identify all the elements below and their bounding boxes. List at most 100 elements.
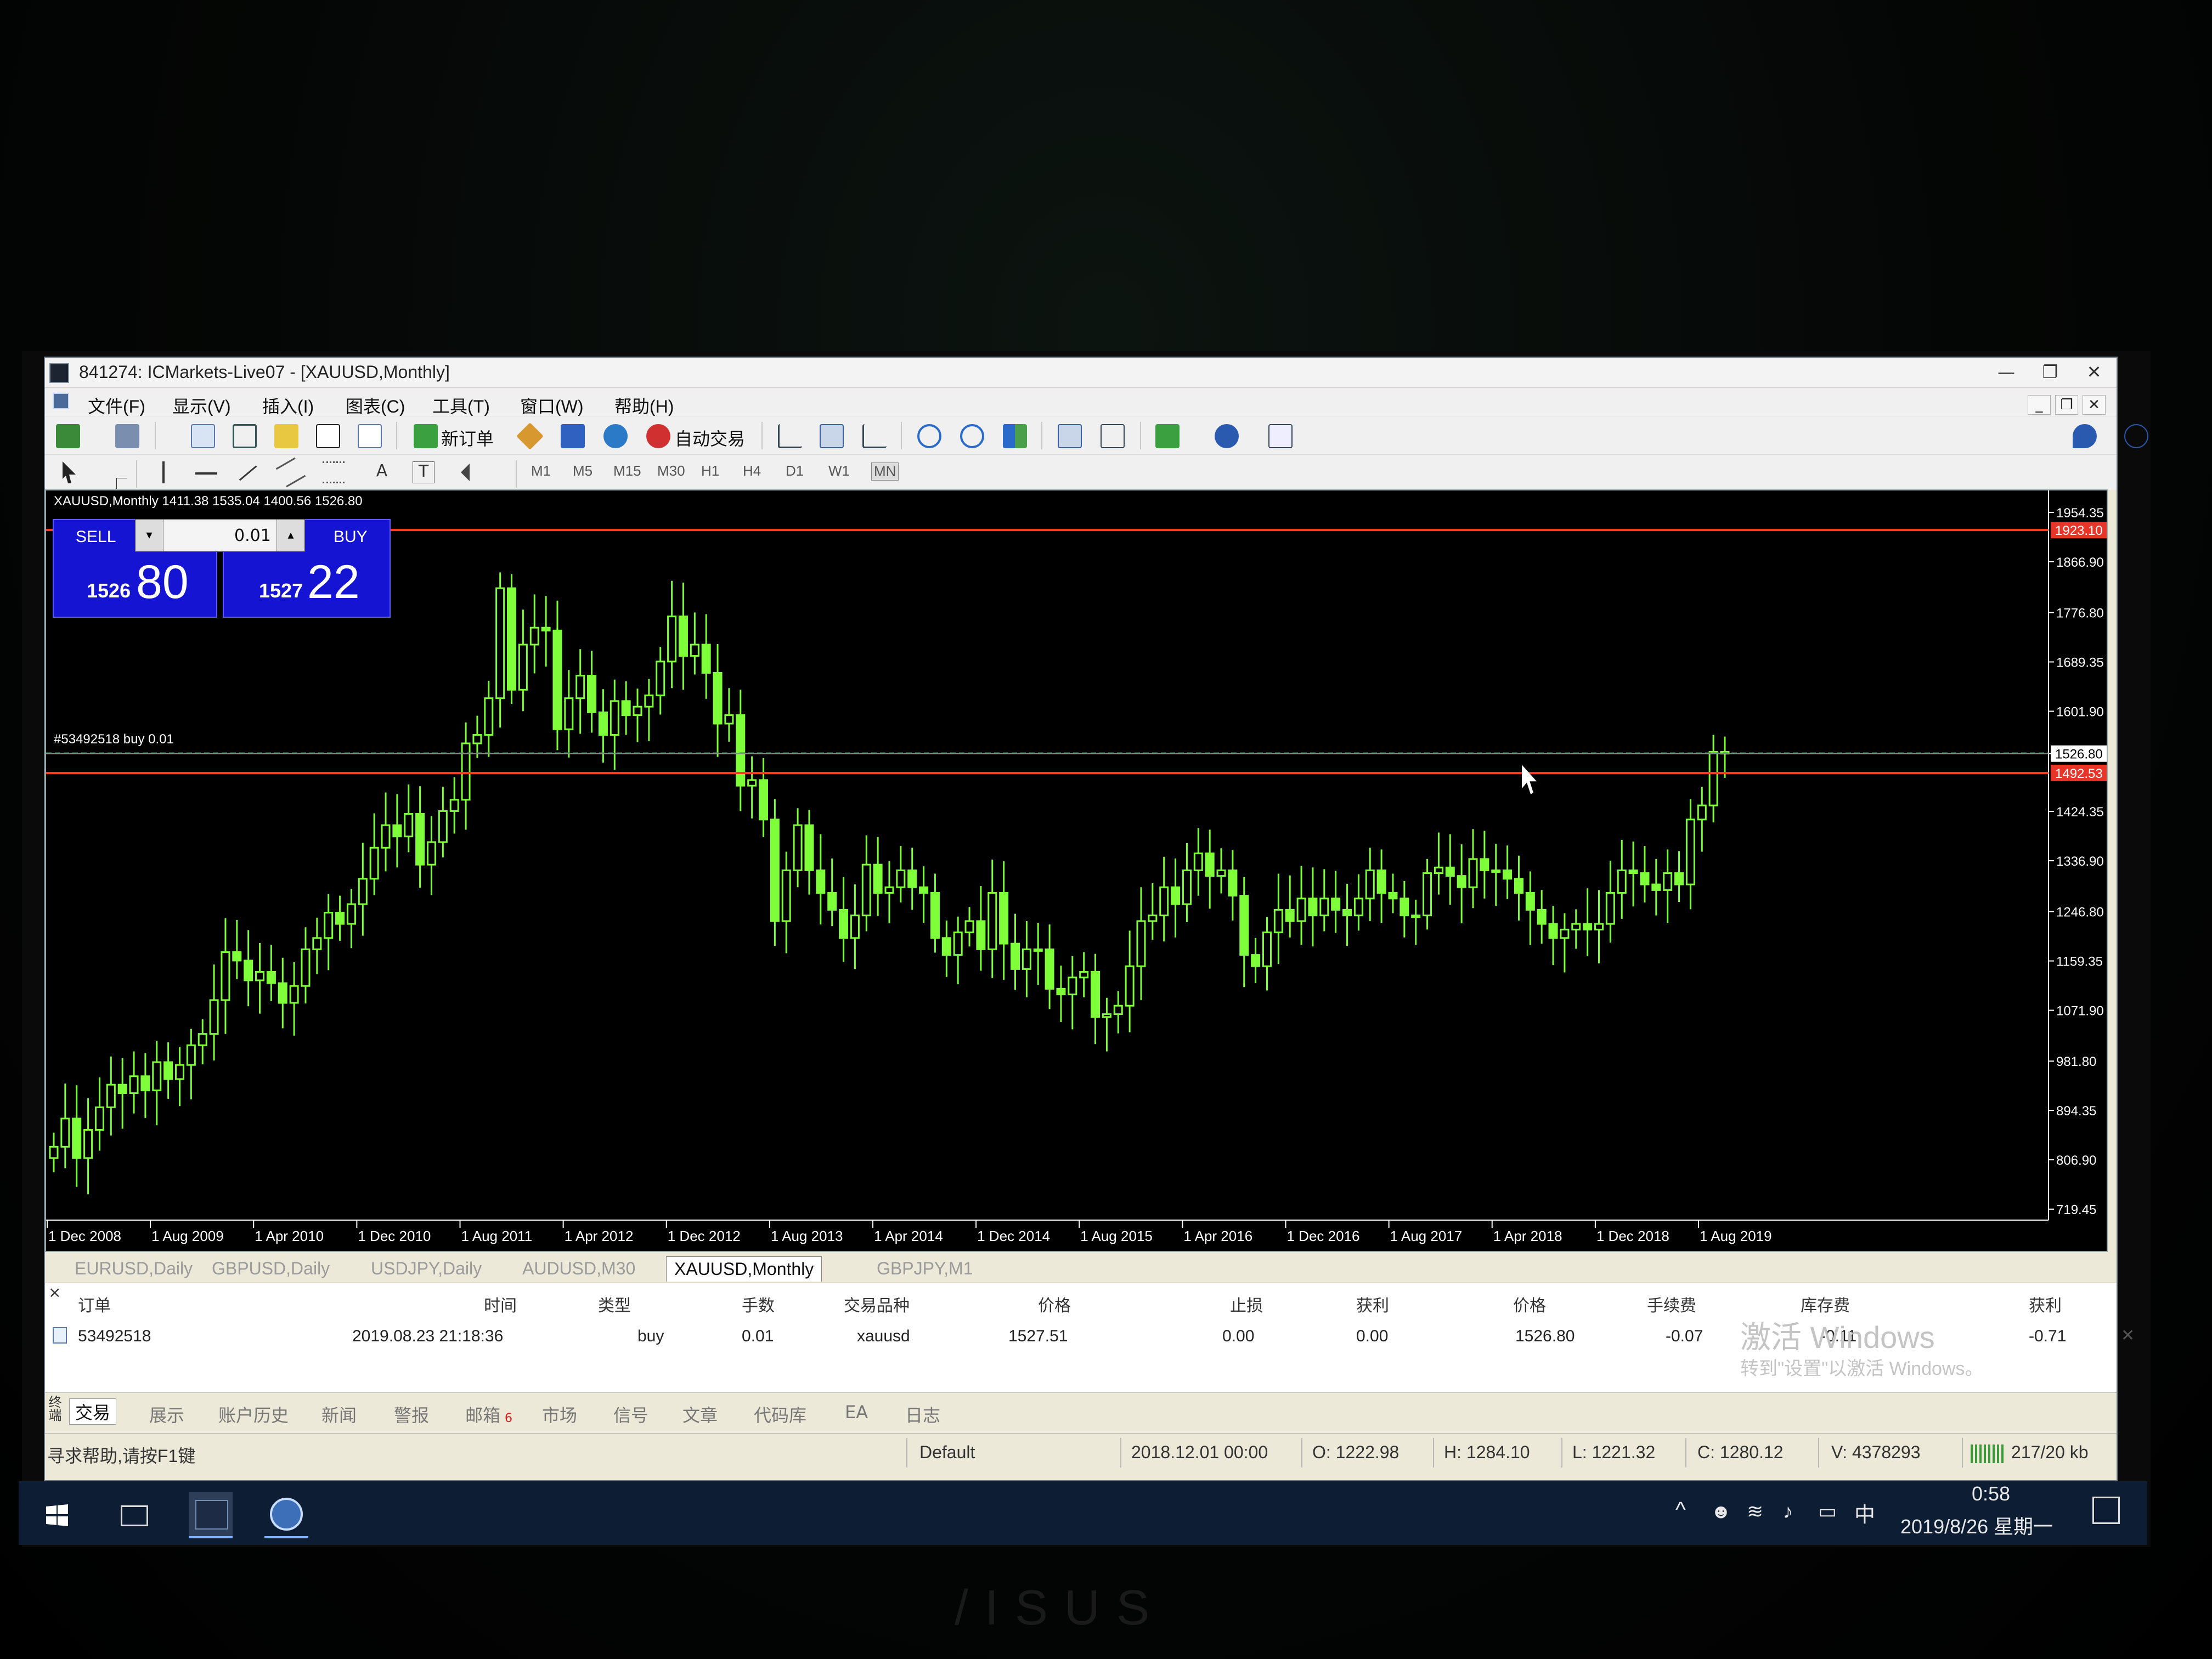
restore-button[interactable]: ❐ bbox=[2031, 361, 2069, 383]
strategy-tester-icon[interactable] bbox=[358, 424, 382, 448]
menu-charts[interactable]: 图表(C) bbox=[346, 393, 405, 418]
task-view-icon[interactable] bbox=[112, 1492, 156, 1536]
tab-mailbox[interactable]: 邮箱 bbox=[465, 1402, 500, 1427]
menu-file[interactable]: 文件(F) bbox=[88, 393, 145, 418]
tile-windows-icon[interactable] bbox=[1003, 424, 1027, 448]
tab-eurusd[interactable]: EURUSD,Daily bbox=[67, 1256, 200, 1281]
menu-window[interactable]: 窗口(W) bbox=[520, 393, 584, 418]
line-chart-icon[interactable] bbox=[862, 424, 887, 448]
autotrading-button[interactable]: 自动交易 bbox=[675, 425, 745, 450]
tab-news[interactable]: 新闻 bbox=[321, 1402, 357, 1427]
close-button[interactable]: ✕ bbox=[2075, 361, 2113, 383]
cursor-icon[interactable] bbox=[63, 461, 76, 483]
market-icon[interactable] bbox=[603, 424, 628, 448]
tf-m5[interactable]: M5 bbox=[573, 462, 592, 479]
tab-signals[interactable]: 信号 bbox=[613, 1402, 648, 1427]
tab-market[interactable]: 市场 bbox=[542, 1402, 577, 1427]
tf-d1[interactable]: D1 bbox=[786, 462, 804, 479]
col-time[interactable]: 时间 bbox=[484, 1292, 517, 1316]
new-chart-icon[interactable] bbox=[56, 424, 80, 448]
col-commission[interactable]: 手续费 bbox=[1647, 1292, 1696, 1316]
col-size[interactable]: 手数 bbox=[742, 1292, 775, 1316]
tab-articles[interactable]: 文章 bbox=[682, 1402, 718, 1427]
tab-audusd[interactable]: AUDUSD,M30 bbox=[515, 1256, 643, 1281]
tf-mn[interactable]: MN bbox=[871, 462, 899, 481]
text-tool-icon[interactable]: A bbox=[371, 461, 393, 483]
zoom-out-icon[interactable] bbox=[960, 424, 984, 448]
autoscroll-icon[interactable] bbox=[1058, 424, 1082, 448]
tf-m15[interactable]: M15 bbox=[613, 462, 641, 479]
zoom-in-icon[interactable] bbox=[917, 424, 941, 448]
search-icon[interactable] bbox=[2073, 424, 2097, 448]
tab-exposure[interactable]: 展示 bbox=[149, 1402, 184, 1427]
menu-view[interactable]: 显示(V) bbox=[172, 393, 231, 418]
row-close-icon[interactable]: ✕ bbox=[2121, 1326, 2135, 1345]
tab-alerts[interactable]: 警报 bbox=[394, 1402, 429, 1427]
lot-decrease-icon[interactable]: ▾ bbox=[136, 520, 163, 551]
minimize-button[interactable]: — bbox=[1987, 361, 2025, 383]
tray-app-icon[interactable]: ☻ bbox=[1711, 1500, 1731, 1523]
tf-h4[interactable]: H4 bbox=[743, 462, 761, 479]
col-symbol[interactable]: 交易品种 bbox=[844, 1292, 910, 1316]
tab-experts[interactable]: EA bbox=[845, 1402, 868, 1423]
mdi-minimize-button[interactable]: _ bbox=[2028, 395, 2051, 415]
terminal-icon[interactable] bbox=[316, 424, 340, 448]
mdi-restore-button[interactable]: ❐ bbox=[2055, 395, 2078, 415]
autotrading-icon[interactable] bbox=[646, 424, 670, 448]
ime-indicator[interactable]: 中 bbox=[1854, 1498, 1875, 1528]
clock-date[interactable]: 2019/8/26 星期一 bbox=[1900, 1511, 2053, 1539]
data-window-icon[interactable] bbox=[233, 424, 257, 448]
network-icon[interactable]: ≋ bbox=[1747, 1500, 1763, 1523]
tab-gbpusd[interactable]: GBPUSD,Daily bbox=[204, 1256, 337, 1281]
menu-insert[interactable]: 插入(I) bbox=[262, 393, 314, 418]
mdi-close-button[interactable]: ✕ bbox=[2083, 395, 2106, 415]
battery-icon[interactable]: ▭ bbox=[1818, 1500, 1837, 1523]
col-profit[interactable]: 获利 bbox=[2029, 1292, 2062, 1316]
lot-increase-icon[interactable]: ▴ bbox=[276, 520, 304, 551]
market-watch-icon[interactable] bbox=[191, 424, 215, 448]
chat-icon[interactable] bbox=[2124, 424, 2148, 448]
terminal-close-icon[interactable]: × bbox=[48, 1283, 65, 1301]
lot-value[interactable]: 0.01 bbox=[234, 526, 271, 545]
tf-h1[interactable]: H1 bbox=[701, 462, 719, 479]
tab-journal[interactable]: 日志 bbox=[905, 1402, 940, 1427]
tab-usdjpy[interactable]: USDJPY,Daily bbox=[363, 1256, 489, 1281]
crosshair-icon[interactable] bbox=[116, 478, 127, 489]
tf-m30[interactable]: M30 bbox=[657, 462, 685, 479]
candlestick-chart-icon[interactable] bbox=[820, 424, 844, 448]
equidistant-channel-icon[interactable] bbox=[275, 457, 306, 488]
vps-icon[interactable] bbox=[561, 424, 585, 448]
tab-account-history[interactable]: 账户历史 bbox=[218, 1402, 289, 1427]
tab-gbpjpy[interactable]: GBPJPY,M1 bbox=[869, 1256, 980, 1281]
horizontal-line-icon[interactable] bbox=[195, 472, 217, 475]
new-order-button[interactable]: 新订单 bbox=[441, 425, 494, 450]
trendline-icon[interactable] bbox=[239, 465, 257, 481]
tf-w1[interactable]: W1 bbox=[828, 462, 850, 479]
col-sl[interactable]: 止损 bbox=[1230, 1292, 1263, 1316]
notification-icon[interactable] bbox=[2092, 1497, 2120, 1524]
col-tp[interactable]: 获利 bbox=[1356, 1292, 1389, 1316]
fibonacci-icon[interactable] bbox=[323, 461, 345, 483]
tray-overflow-icon[interactable]: ^ bbox=[1675, 1498, 1686, 1522]
tab-code-base[interactable]: 代码库 bbox=[754, 1402, 806, 1427]
indicators-icon[interactable] bbox=[1155, 424, 1180, 448]
lot-size-field[interactable]: ▾ 0.01 ▴ bbox=[135, 519, 305, 552]
col-order[interactable]: 订单 bbox=[78, 1292, 111, 1316]
col-type[interactable]: 类型 bbox=[598, 1292, 631, 1316]
periods-icon[interactable] bbox=[1215, 424, 1239, 448]
menu-tools[interactable]: 工具(T) bbox=[432, 393, 490, 418]
metaeditor-icon[interactable] bbox=[516, 422, 544, 450]
mt4-taskbar-icon[interactable] bbox=[189, 1492, 233, 1538]
col-price[interactable]: 价格 bbox=[1038, 1292, 1071, 1316]
clock-time[interactable]: 0:58 bbox=[1972, 1482, 2010, 1505]
new-order-icon[interactable] bbox=[414, 424, 438, 448]
menu-help[interactable]: 帮助(H) bbox=[614, 393, 674, 418]
navigator-icon[interactable] bbox=[274, 424, 298, 448]
bar-chart-icon[interactable] bbox=[778, 424, 802, 448]
tab-xauusd[interactable]: XAUUSD,Monthly bbox=[666, 1256, 822, 1282]
profiles-icon[interactable] bbox=[115, 424, 139, 448]
tab-trade[interactable]: 交易 bbox=[69, 1398, 117, 1425]
chart-shift-icon[interactable] bbox=[1101, 424, 1125, 448]
col-current-price[interactable]: 价格 bbox=[1513, 1292, 1546, 1316]
start-button[interactable] bbox=[35, 1492, 79, 1536]
